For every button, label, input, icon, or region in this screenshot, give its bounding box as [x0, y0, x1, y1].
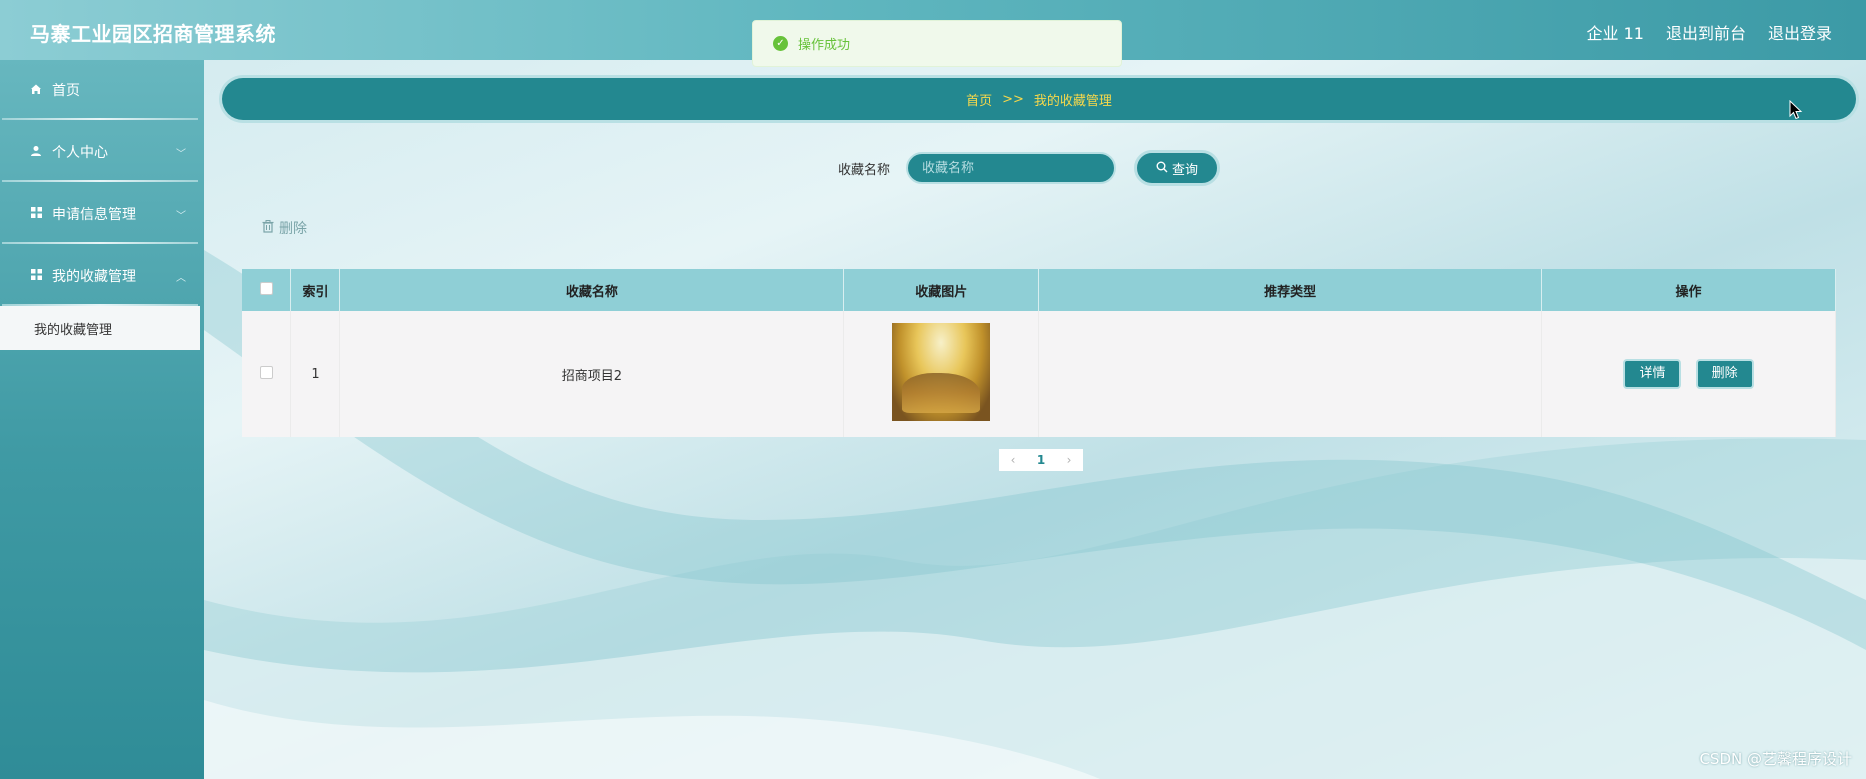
success-toast: ✓ 操作成功	[752, 20, 1122, 67]
header-links: 企业 11 退出到前台 退出登录	[1587, 20, 1832, 44]
row-checkbox[interactable]	[259, 365, 273, 379]
search-label: 收藏名称	[838, 162, 891, 178]
home-icon	[28, 83, 44, 98]
search-button[interactable]: 查询	[1134, 150, 1221, 186]
column-header-actions: 操作	[1541, 269, 1836, 311]
detail-button[interactable]: 详情	[1623, 359, 1682, 389]
pagination: ‹ 1 ›	[999, 449, 1083, 471]
column-header-name: 收藏名称	[339, 269, 845, 311]
table-row: 1 招商项目2 详情 删除	[242, 311, 1836, 437]
favorite-thumbnail-image[interactable]	[892, 323, 991, 421]
row-select-cell	[242, 311, 292, 437]
column-header-image: 收藏图片	[843, 269, 1040, 311]
user-icon	[28, 145, 44, 160]
chevron-down-icon: ﹀	[176, 210, 186, 222]
row-name: 招商项目2	[339, 311, 845, 437]
bulk-delete-button[interactable]: 删除	[262, 218, 307, 238]
breadcrumb: 首页 >> 我的收藏管理	[222, 78, 1856, 120]
sidebar: 首页 个人中心 ﹀ 申请信息管理 ﹀ 我的收藏管理 ︿ 我的收藏管理	[0, 60, 204, 779]
sidebar-item-label: 个人中心	[52, 145, 108, 161]
toast-message: 操作成功	[798, 38, 851, 53]
delete-button[interactable]: 删除	[1695, 359, 1754, 389]
grid-icon	[28, 269, 44, 283]
logout-link[interactable]: 退出登录	[1768, 20, 1832, 44]
watermark: CSDN @艺馨程序设计	[1699, 750, 1852, 768]
search-bar: 收藏名称 查询	[838, 150, 1221, 186]
search-icon	[1156, 161, 1168, 176]
row-image-cell	[843, 311, 1040, 437]
table-header-row: 索引 收藏名称 收藏图片 推荐类型 操作	[242, 269, 1836, 311]
row-type	[1038, 311, 1543, 437]
favorites-table: 索引 收藏名称 收藏图片 推荐类型 操作 1 招商项目2 详情 删除	[242, 269, 1836, 437]
column-header-type: 推荐类型	[1038, 269, 1543, 311]
breadcrumb-separator: >>	[1002, 91, 1024, 107]
sidebar-item-personal-center[interactable]: 个人中心 ﹀	[2, 122, 198, 182]
check-circle-icon: ✓	[773, 36, 788, 51]
search-input[interactable]	[906, 152, 1117, 184]
column-header-index: 索引	[290, 269, 341, 311]
sidebar-item-home[interactable]: 首页	[2, 60, 198, 120]
chevron-down-icon: ﹀	[176, 148, 186, 160]
sidebar-divider	[2, 242, 198, 244]
mouse-cursor-icon	[1789, 100, 1803, 120]
breadcrumb-current: 我的收藏管理	[1033, 93, 1112, 109]
row-index: 1	[290, 311, 341, 437]
breadcrumb-home[interactable]: 首页	[966, 90, 992, 109]
sidebar-divider	[2, 118, 198, 120]
sidebar-item-application-management[interactable]: 申请信息管理 ﹀	[2, 184, 198, 244]
sidebar-divider	[2, 180, 198, 182]
prev-page-button[interactable]: ‹	[999, 453, 1027, 467]
grid-icon	[28, 207, 44, 221]
select-all-checkbox[interactable]	[259, 281, 273, 295]
select-all-header	[242, 269, 292, 311]
bulk-delete-label: 删除	[279, 221, 307, 237]
search-button-label: 查询	[1172, 162, 1199, 178]
app-title: 马寨工业园区招商管理系统	[30, 22, 276, 46]
exit-to-front-link[interactable]: 退出到前台	[1666, 20, 1746, 44]
trash-icon	[262, 219, 274, 237]
sidebar-item-favorites-management[interactable]: 我的收藏管理 ︿	[2, 246, 198, 306]
next-page-button[interactable]: ›	[1055, 453, 1083, 467]
sidebar-item-label: 我的收藏管理	[52, 269, 136, 285]
chevron-up-icon: ︿	[176, 272, 186, 284]
company-user-link[interactable]: 企业 11	[1587, 20, 1644, 44]
sidebar-item-label: 首页	[52, 83, 80, 99]
row-actions: 详情 删除	[1541, 311, 1836, 437]
sidebar-item-label: 申请信息管理	[52, 207, 136, 223]
sidebar-subitem-my-favorites[interactable]: 我的收藏管理	[0, 306, 200, 350]
page-number-current[interactable]: 1	[1027, 453, 1055, 467]
